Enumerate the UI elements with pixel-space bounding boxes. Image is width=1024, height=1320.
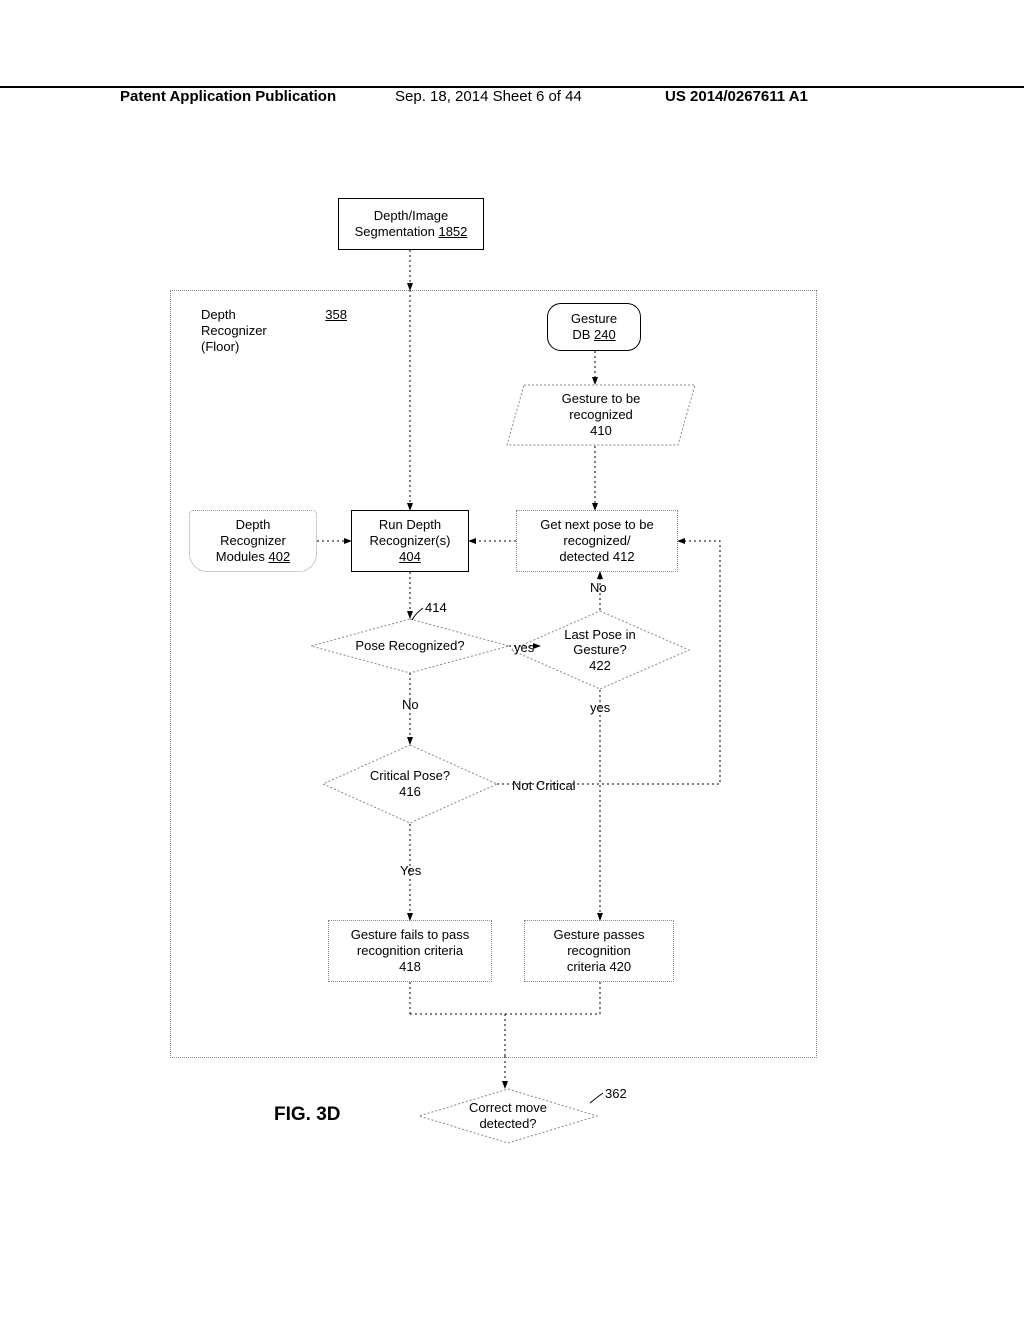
text: Gesture?	[573, 642, 626, 658]
text: (Floor)	[201, 339, 239, 355]
block-depth-recognizer-modules: Depth Recognizer Modules 402	[189, 510, 317, 572]
decision-correct-move: Correct move detected?	[418, 1088, 598, 1144]
text: Depth	[236, 517, 271, 533]
text: DB 240	[572, 327, 615, 343]
decision-pose-recognized: Pose Recognized?	[310, 618, 510, 674]
figure-label: FIG. 3D	[274, 1104, 341, 1126]
label-no-1: No	[402, 697, 419, 712]
block-run-depth-recognizers: Run Depth Recognizer(s) 404	[351, 510, 469, 572]
ref: 422	[589, 658, 611, 674]
block-gesture-fails: Gesture fails to pass recognition criter…	[328, 920, 492, 982]
text: Get next pose to be	[540, 517, 653, 533]
text: recognition	[567, 943, 631, 959]
label-yes-1: yes	[514, 640, 534, 655]
block-gesture-to-recognize: Gesture to be recognized 410	[506, 384, 696, 446]
block-gesture-passes: Gesture passes recognition criteria 420	[524, 920, 674, 982]
text: detected 412	[559, 549, 634, 565]
page: Patent Application Publication Sep. 18, …	[0, 0, 1024, 1320]
ref: 404	[399, 549, 421, 565]
label-not-critical: Not Critical	[512, 778, 576, 793]
text: Depth/Image	[374, 208, 448, 224]
header-mid: Sep. 18, 2014 Sheet 6 of 44	[395, 88, 582, 105]
text: Gesture	[571, 311, 617, 327]
text: Gesture to be	[562, 391, 641, 407]
label-yes-3: Yes	[400, 863, 421, 878]
text: Depth	[201, 307, 236, 322]
text: Modules 402	[216, 549, 290, 565]
text: Segmentation 1852	[355, 224, 468, 240]
text: Gesture passes	[553, 927, 644, 943]
text: Recognizer	[220, 533, 286, 549]
text: criteria 420	[567, 959, 631, 975]
label-no-2: No	[590, 580, 607, 595]
text: Gesture fails to pass	[351, 927, 470, 943]
text: Critical Pose?	[370, 768, 450, 784]
ref-362: 362	[605, 1086, 627, 1101]
ref-414: 414	[425, 600, 447, 615]
header-right: US 2014/0267611 A1	[665, 88, 808, 105]
text: Pose Recognized?	[355, 638, 464, 654]
ref: 358	[325, 307, 347, 323]
text: Correct move	[469, 1100, 547, 1116]
text: Recognizer(s)	[370, 533, 451, 549]
text: Last Pose in	[564, 627, 636, 643]
ref: 418	[399, 959, 421, 975]
block-gesture-db: Gesture DB 240	[547, 303, 641, 351]
text: Recognizer	[201, 323, 267, 339]
label-depth-recognizer-floor: Depth 358 Recognizer (Floor)	[195, 300, 353, 362]
text: recognized/	[563, 533, 630, 549]
block-depth-image-segmentation: Depth/Image Segmentation 1852	[338, 198, 484, 250]
container-depth-recognizer	[170, 290, 817, 1058]
block-get-next-pose: Get next pose to be recognized/ detected…	[516, 510, 678, 572]
decision-last-pose: Last Pose in Gesture? 422	[510, 610, 690, 690]
header-left: Patent Application Publication	[120, 88, 336, 105]
text: recognition criteria	[357, 943, 463, 959]
text: detected?	[479, 1116, 536, 1132]
decision-critical-pose: Critical Pose? 416	[322, 744, 498, 824]
text: recognized	[569, 407, 633, 423]
ref: 416	[399, 784, 421, 800]
text: Run Depth	[379, 517, 441, 533]
label-yes-2: yes	[590, 700, 610, 715]
ref: 410	[590, 423, 612, 439]
